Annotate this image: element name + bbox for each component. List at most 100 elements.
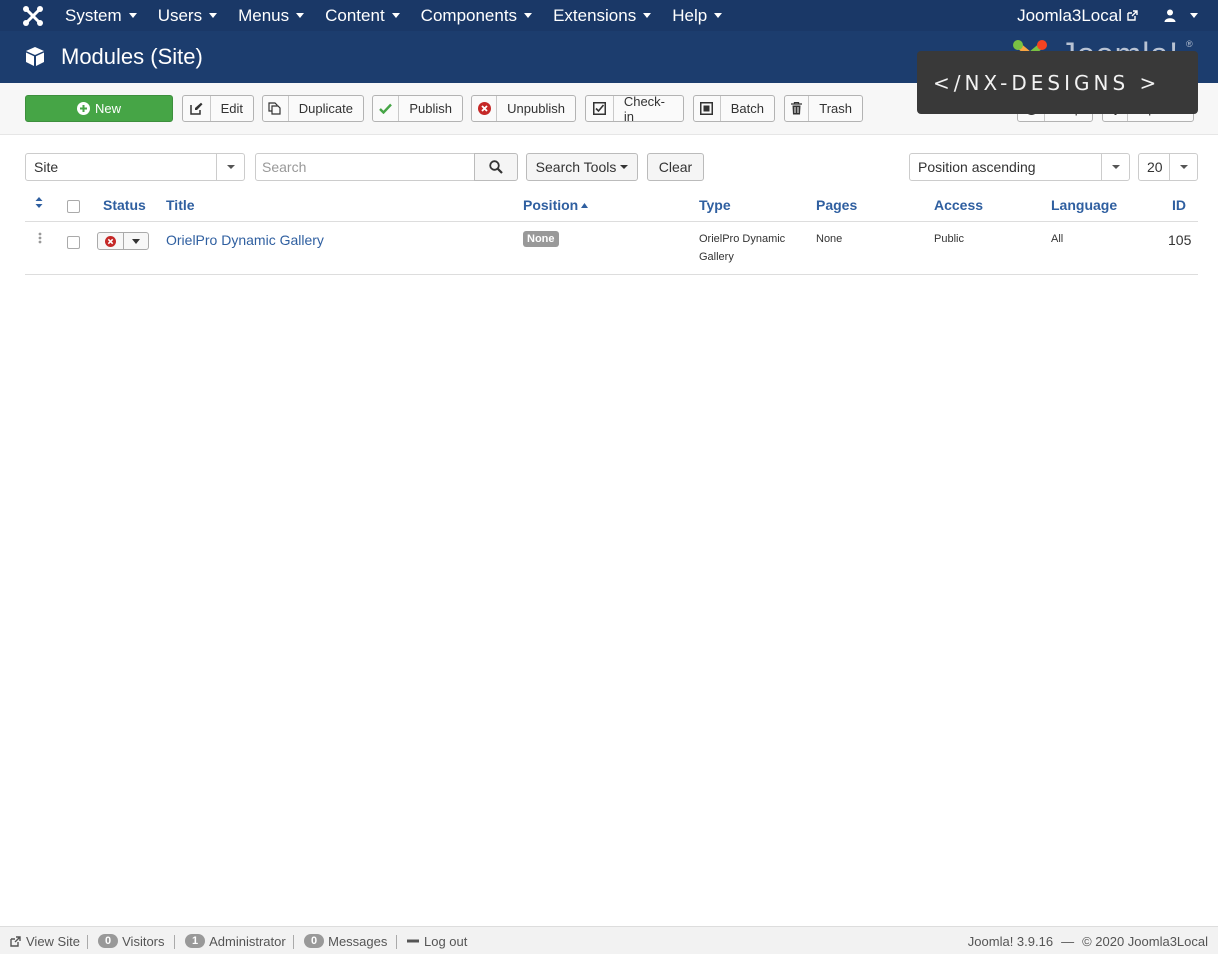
visitors-link[interactable]: 0 Visitors [98, 927, 165, 954]
trash-button[interactable]: Trash [784, 95, 863, 122]
visitors-label: Visitors [122, 933, 165, 949]
trash-icon [785, 96, 810, 121]
menu-help[interactable]: Help [661, 0, 732, 31]
edit-button[interactable]: Edit [182, 95, 254, 122]
unpublish-icon [472, 96, 498, 121]
search-tools-button[interactable]: Search Tools [526, 153, 638, 181]
menu-components[interactable]: Components [410, 0, 542, 31]
edit-button-label: Edit [220, 101, 243, 116]
column-status[interactable]: Status [103, 197, 146, 213]
caret-down-icon [620, 165, 629, 169]
site-name-link[interactable]: Joomla3Local [1017, 6, 1138, 26]
page-title: Modules (Site) [61, 44, 203, 69]
ordering-select-value: Position ascending [918, 159, 1036, 175]
module-id: 105 [1168, 232, 1192, 248]
checkin-button-label: Check-in [623, 93, 666, 124]
search-button[interactable] [474, 153, 518, 181]
batch-button-label: Batch [730, 101, 764, 116]
external-link-icon [1127, 10, 1138, 21]
checkbox-partial-icon [694, 96, 721, 121]
select-all-checkbox[interactable] [67, 200, 80, 213]
administrator-link[interactable]: 1 Administrator [185, 927, 286, 954]
menu-label: Components [420, 5, 518, 25]
trash-button-label: Trash [819, 101, 852, 116]
publish-button[interactable]: Publish [372, 95, 463, 122]
status-dropdown-caret-icon[interactable] [124, 233, 148, 249]
messages-link[interactable]: 0 Messages [304, 927, 387, 954]
menu-label: Users [157, 5, 203, 25]
user-icon [1164, 9, 1176, 22]
column-pages[interactable]: Pages [816, 197, 857, 213]
menu-system[interactable]: System [54, 0, 147, 31]
caret-down-icon [1101, 154, 1129, 180]
module-title-link[interactable]: OrielPro Dynamic Gallery [166, 232, 324, 248]
menu-extensions[interactable]: Extensions [542, 0, 661, 31]
column-position[interactable]: Position [523, 197, 589, 213]
divider [396, 935, 397, 949]
module-pages: None [816, 233, 843, 245]
new-button[interactable]: New [25, 95, 173, 122]
table-header: Status Title Position Type Pages Access … [25, 189, 1198, 222]
publish-button-label: Publish [409, 101, 452, 116]
drag-handle-icon[interactable] [38, 232, 42, 247]
sort-asc-icon [581, 203, 589, 208]
search-icon [489, 160, 503, 174]
checkin-button[interactable]: Check-in [585, 93, 684, 124]
duplicate-button-label: Duplicate [298, 101, 353, 116]
status-footer: View Site 0 Visitors 1 Administrator 0 M… [0, 926, 1218, 954]
column-type[interactable]: Type [699, 197, 731, 213]
messages-count-badge: 0 [304, 934, 325, 948]
search-input[interactable] [255, 153, 475, 181]
nx-designs-logo-text: </NX-DESIGNS > [933, 71, 1161, 95]
external-link-icon [10, 935, 21, 947]
column-title[interactable]: Title [166, 197, 195, 213]
row-checkbox[interactable] [67, 236, 80, 249]
unpublished-status-icon[interactable] [98, 233, 124, 249]
client-select-value: Site [34, 159, 59, 175]
module-type-line: OrielPro Dynamic [699, 233, 786, 245]
nx-designs-logo: </NX-DESIGNS > [917, 51, 1198, 114]
registered-mark: ® [1186, 39, 1193, 49]
plus-circle-icon [76, 102, 90, 115]
client-select[interactable]: Site [25, 153, 245, 181]
limit-select[interactable]: 20 [1138, 153, 1198, 181]
modules-table: Status Title Position Type Pages Access … [25, 189, 1198, 275]
clear-button[interactable]: Clear [647, 153, 704, 181]
unpublish-button[interactable]: Unpublish [471, 95, 576, 122]
caret-down-icon [216, 154, 244, 180]
messages-label: Messages [328, 933, 388, 949]
cube-icon [25, 46, 45, 70]
view-site-label: View Site [26, 933, 80, 949]
minus-icon [407, 939, 419, 943]
new-button-label: New [94, 101, 121, 116]
column-language[interactable]: Language [1051, 197, 1117, 213]
column-id[interactable]: ID [1172, 197, 1186, 213]
joomla-logo-icon[interactable] [22, 5, 44, 27]
administrator-label: Administrator [209, 933, 286, 949]
checkbox-checked-icon [586, 96, 614, 121]
sort-ordering-icon[interactable] [35, 196, 43, 212]
column-position-label: Position [523, 197, 579, 213]
menu-menus[interactable]: Menus [227, 0, 314, 31]
batch-button[interactable]: Batch [693, 95, 775, 122]
duplicate-button[interactable]: Duplicate [262, 95, 364, 122]
menu-content[interactable]: Content [314, 0, 410, 31]
position-badge: None [523, 231, 559, 247]
divider [174, 935, 175, 949]
check-icon [373, 96, 400, 121]
caret-down-icon [714, 13, 723, 18]
view-site-link[interactable]: View Site [10, 927, 80, 954]
caret-down-icon [1190, 13, 1198, 18]
user-menu[interactable] [1164, 9, 1198, 22]
logout-link[interactable]: Log out [407, 927, 467, 954]
status-toggle[interactable] [97, 232, 149, 250]
menu-users[interactable]: Users [147, 0, 227, 31]
menu-label: Extensions [553, 5, 637, 25]
unpublish-button-label: Unpublish [507, 101, 565, 116]
caret-down-icon [209, 13, 218, 18]
joomla-version: Joomla! 3.9.16 [967, 933, 1054, 949]
footer-version-info: Joomla! 3.9.16 — © 2020 Joomla3Local [968, 927, 1208, 954]
ordering-select[interactable]: Position ascending [909, 153, 1130, 181]
column-access[interactable]: Access [934, 197, 983, 213]
divider [293, 935, 294, 949]
